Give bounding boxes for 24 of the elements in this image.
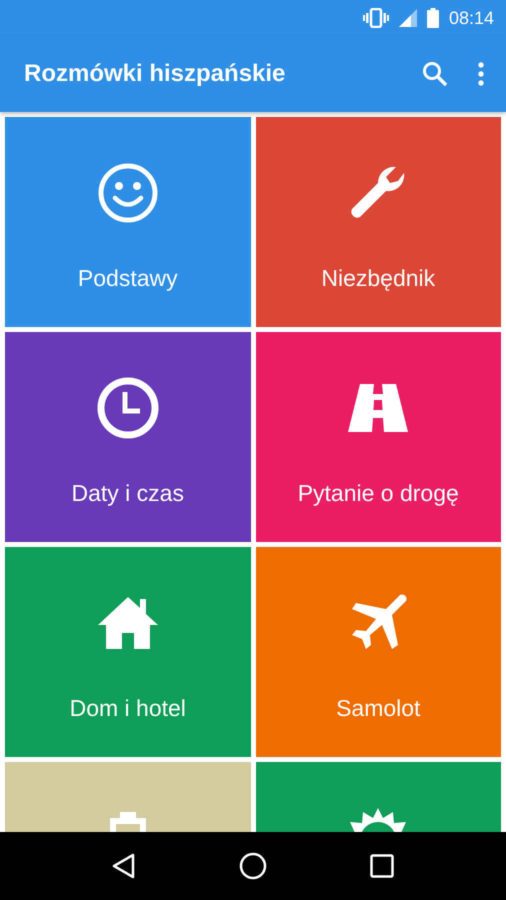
search-icon [422,61,448,87]
category-tile[interactable]: Dom i hotel [5,547,250,757]
app-title: Rozmówki hiszpańskie [24,60,286,88]
category-tile[interactable]: Pytanie o drogę [256,332,501,542]
category-label: Dom i hotel [70,695,186,722]
home-icon [238,852,267,880]
smiley-icon [96,161,160,225]
category-tile[interactable]: Podstawy [5,117,250,327]
category-label: Podstawy [78,265,178,292]
back-icon [112,853,136,879]
category-label: Samolot [336,695,420,722]
battery-icon [426,8,439,28]
category-tile[interactable]: Daty i czas [5,332,250,542]
category-label: Daty i czas [72,480,184,507]
clock-time: 08:14 [448,8,494,28]
category-label: Niezbędnik [321,265,436,292]
category-tile[interactable]: Niezbędnik [256,117,501,327]
category-label: Pytanie o drogę [298,480,459,507]
vibrate-icon [362,8,389,28]
recents-icon [370,854,394,878]
category-tile[interactable]: Samolot [256,547,501,757]
signal-icon [398,9,417,27]
clock-icon [96,376,160,440]
more-icon [478,62,484,86]
